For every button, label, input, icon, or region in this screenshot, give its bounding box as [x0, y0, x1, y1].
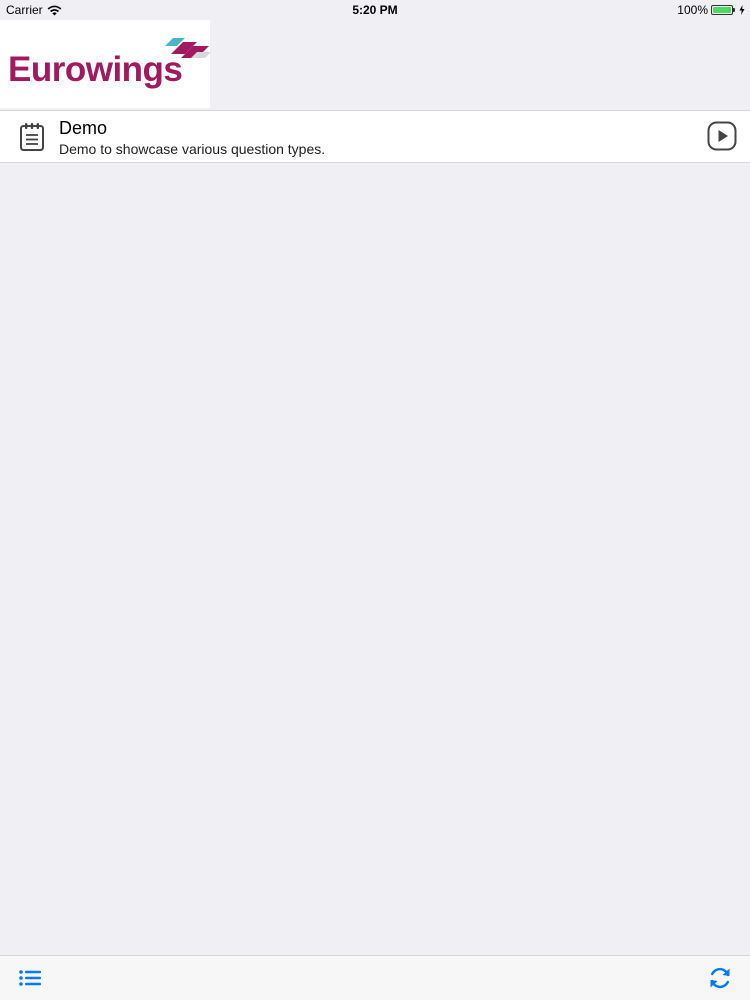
list-item-title: Demo — [59, 118, 108, 138]
refresh-icon[interactable] — [707, 965, 733, 991]
play-circle-icon[interactable] — [707, 121, 737, 151]
charging-bolt-icon — [739, 5, 745, 15]
status-bar: Carrier 5:20 PM 100% — [0, 0, 750, 20]
bottom-toolbar — [0, 955, 750, 1000]
survey-list: Demo Demo to showcase various question t… — [0, 110, 750, 163]
list-item[interactable]: Demo Demo to showcase various question t… — [0, 111, 750, 162]
list-item-texts: Demo Demo to showcase various question t… — [59, 118, 325, 159]
header: Eurowings — [0, 20, 750, 110]
clipboard-icon — [20, 123, 44, 151]
app-screen: Carrier 5:20 PM 100% Eurowings Demo Demo… — [0, 0, 750, 1000]
battery-percent: 100% — [677, 3, 708, 17]
list-item-subtitle: Demo to showcase various question types. — [59, 141, 326, 157]
status-right: 100% — [677, 3, 745, 17]
battery-icon — [711, 5, 735, 15]
eurowings-logo: Eurowings — [0, 20, 211, 108]
battery-fill — [713, 7, 731, 13]
logo-text: Eurowings — [8, 50, 183, 89]
list-icon[interactable] — [17, 965, 43, 991]
status-time: 5:20 PM — [352, 3, 398, 17]
